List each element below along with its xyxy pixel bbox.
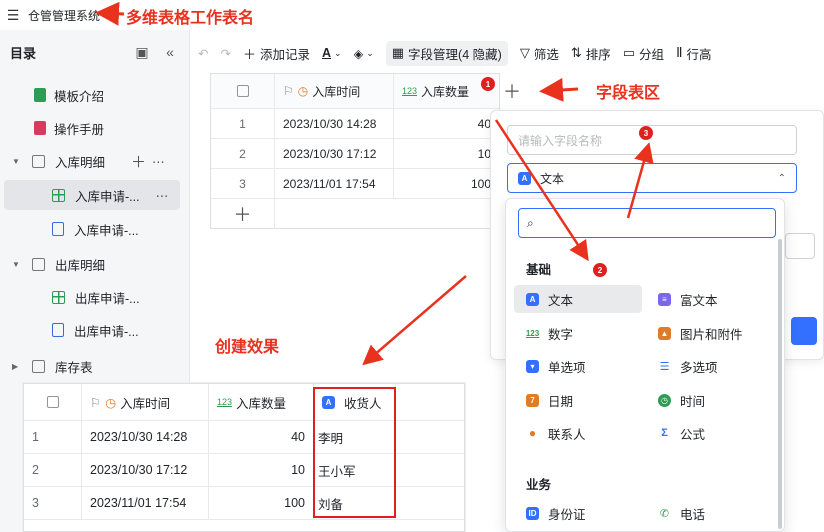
annotation-arrows xyxy=(95,1,654,366)
arrow-to-text-option xyxy=(494,119,589,262)
arrow-to-title xyxy=(95,1,125,26)
arrow-to-name-input xyxy=(626,142,654,219)
arrow-to-result xyxy=(362,275,467,366)
arrow-to-field-area xyxy=(539,77,579,102)
